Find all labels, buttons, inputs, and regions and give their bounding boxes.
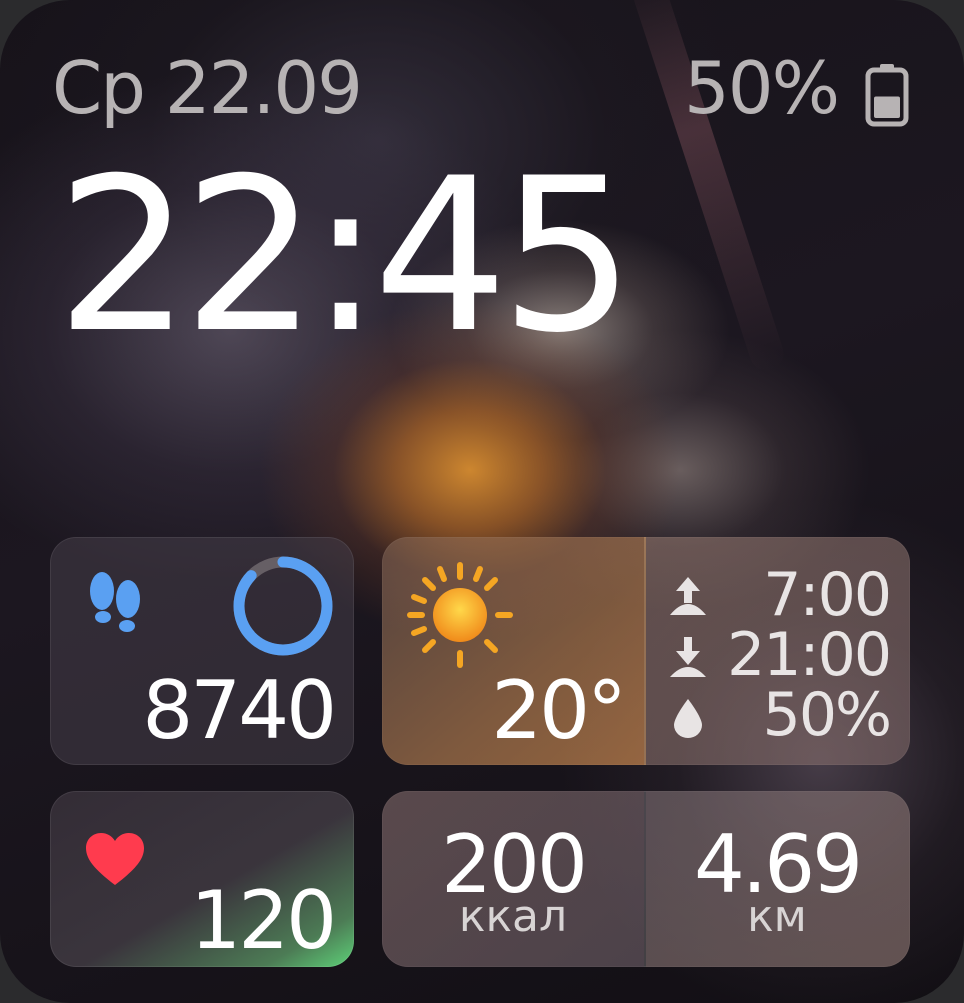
weather-details-panel: 7:00 21:00 50% xyxy=(646,537,910,765)
footprints-icon xyxy=(90,572,140,632)
heart-icon xyxy=(86,833,144,885)
clock-time: 22:45 xyxy=(56,132,635,379)
battery-percent: 50% xyxy=(683,46,840,130)
activity-widget[interactable]: 200 ккал 4.69 км xyxy=(382,791,910,967)
weather-widget[interactable]: 20° 7:00 21:00 50% xyxy=(382,537,910,765)
sunrise-icon xyxy=(670,577,706,615)
date-label: Ср 22.09 xyxy=(52,46,363,130)
temperature-value: 20° xyxy=(491,664,627,757)
sun-icon xyxy=(407,562,513,668)
sunrise-time: 7:00 xyxy=(763,560,892,630)
calories-unit: ккал xyxy=(458,891,568,942)
sunrise-row: 7:00 xyxy=(646,565,910,627)
weather-current-panel: 20° xyxy=(382,537,644,765)
steps-widget[interactable]: 8740 xyxy=(50,537,354,765)
calories-panel: 200 ккал xyxy=(382,791,644,967)
humidity-row: 50% xyxy=(646,685,910,747)
steps-progress-ring xyxy=(233,556,333,656)
steps-count: 8740 xyxy=(142,664,337,757)
sunset-row: 21:00 xyxy=(646,625,910,687)
distance-unit: км xyxy=(747,891,807,942)
heart-rate-value: 120 xyxy=(190,874,337,967)
sunset-time: 21:00 xyxy=(727,620,892,690)
water-drop-icon xyxy=(674,699,702,738)
sunset-icon xyxy=(670,637,706,677)
humidity-value: 50% xyxy=(762,680,892,750)
heart-rate-widget[interactable]: 120 xyxy=(50,791,354,967)
watch-face: Ср 22.09 50% 22:45 8740 20° 7:00 21:00 5… xyxy=(0,0,964,1003)
battery-icon xyxy=(865,64,909,127)
distance-panel: 4.69 км xyxy=(646,791,910,967)
